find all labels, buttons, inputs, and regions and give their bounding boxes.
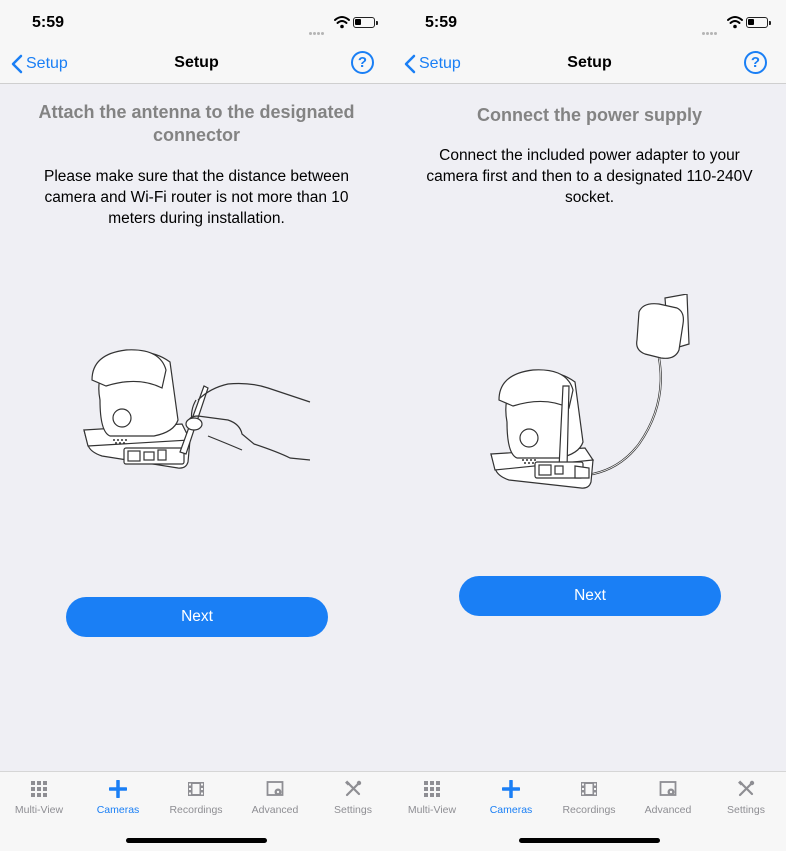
next-button[interactable]: Next <box>66 597 328 637</box>
tab-advanced[interactable]: Advanced <box>236 780 314 816</box>
cellular-signal-icon <box>309 22 329 35</box>
status-time: 5:59 <box>425 14 458 31</box>
step-description: Connect the included power adapter to yo… <box>426 147 753 206</box>
tab-recordings[interactable]: Recordings <box>550 780 628 816</box>
status-bar: 5:59 <box>393 0 786 44</box>
tab-settings[interactable]: Settings <box>707 780 785 816</box>
home-indicator <box>519 838 660 843</box>
tab-recordings[interactable]: Recordings <box>157 780 235 816</box>
navigation-bar: Setup Setup ? <box>393 44 786 84</box>
status-bar: 5:59 <box>0 0 393 44</box>
cellular-signal-icon <box>702 22 722 35</box>
film-icon <box>581 782 597 796</box>
plus-icon <box>502 780 520 798</box>
tab-label: Recordings <box>169 804 223 816</box>
power-supply-illustration <box>490 294 690 489</box>
tab-multi-view[interactable]: Multi-View <box>0 780 78 816</box>
tab-label: Settings <box>727 804 765 816</box>
battery-icon <box>353 17 378 28</box>
setup-screen-antenna: 5:59 Setup Setup ? Attach the antenna to… <box>0 0 393 851</box>
film-icon <box>188 782 204 796</box>
step-description: Please make sure that the distance betwe… <box>43 168 350 227</box>
tab-multi-view[interactable]: Multi-View <box>393 780 471 816</box>
tools-icon <box>738 780 755 797</box>
wifi-icon <box>334 16 350 29</box>
antenna-attach-illustration <box>83 349 311 469</box>
wifi-icon <box>727 16 743 29</box>
tab-label: Advanced <box>251 804 299 816</box>
tab-settings[interactable]: Settings <box>314 780 392 816</box>
tab-label: Cameras <box>96 804 140 816</box>
nav-title: Setup <box>567 54 612 71</box>
plus-icon <box>109 780 127 798</box>
status-icons <box>309 14 379 35</box>
tab-label: Multi-View <box>14 804 64 816</box>
step-title: Attach the antenna to the designated con… <box>38 102 355 145</box>
tab-label: Settings <box>334 804 372 816</box>
tab-label: Recordings <box>562 804 616 816</box>
tab-cameras[interactable]: Cameras <box>472 780 550 816</box>
help-icon[interactable]: ? <box>744 51 767 74</box>
advanced-icon <box>266 781 284 796</box>
next-button[interactable]: Next <box>459 576 721 616</box>
status-icons <box>702 14 772 35</box>
home-indicator <box>126 838 267 843</box>
tools-icon <box>345 780 362 797</box>
battery-icon <box>746 17 771 28</box>
step-title: Connect the power supply <box>476 105 703 125</box>
grid-icon <box>31 781 47 797</box>
tab-label: Multi-View <box>407 804 457 816</box>
tab-cameras[interactable]: Cameras <box>79 780 157 816</box>
grid-icon <box>424 781 440 797</box>
help-icon[interactable]: ? <box>351 51 374 74</box>
tab-advanced[interactable]: Advanced <box>629 780 707 816</box>
status-time: 5:59 <box>32 14 65 31</box>
nav-title: Setup <box>174 54 219 71</box>
tab-label: Advanced <box>644 804 692 816</box>
tab-label: Cameras <box>489 804 533 816</box>
navigation-bar: Setup Setup ? <box>0 44 393 84</box>
advanced-icon <box>659 781 677 796</box>
setup-screen-power: 5:59 Setup Setup ? Connect the power sup… <box>393 0 786 851</box>
